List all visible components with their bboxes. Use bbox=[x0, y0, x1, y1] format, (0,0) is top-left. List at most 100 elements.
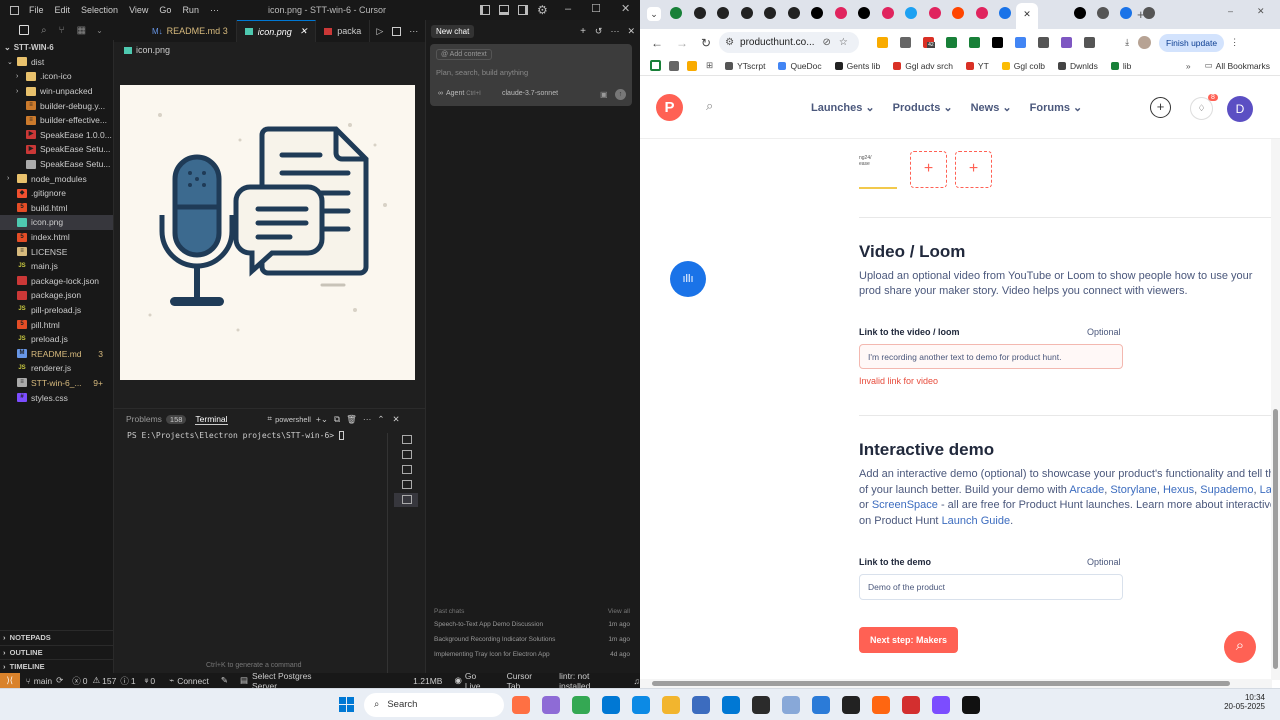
pencil-icon[interactable]: ✎ bbox=[221, 675, 228, 686]
scrollbar-thumb[interactable] bbox=[1273, 409, 1278, 669]
link-launch-guide[interactable]: Launch Guide bbox=[942, 515, 1011, 527]
forward-icon[interactable]: → bbox=[676, 36, 688, 50]
source-control-icon[interactable]: ⑂ bbox=[59, 25, 65, 36]
tree-item[interactable]: ≡ LICENSE bbox=[0, 244, 113, 259]
more-icon[interactable]: ··· bbox=[610, 26, 619, 36]
nav-news[interactable]: News ⌄ bbox=[971, 101, 1012, 114]
terminal-instance-icon[interactable] bbox=[394, 493, 418, 507]
menu-selection[interactable]: Selection bbox=[81, 5, 118, 15]
site-info-icon[interactable]: ⚙ bbox=[725, 37, 734, 48]
tab-icon[interactable] bbox=[787, 7, 800, 19]
explorer-root[interactable]: ⌄ STT-WIN-6 bbox=[0, 40, 113, 55]
tree-item[interactable]: ▶ SpeakEase Setu... bbox=[0, 142, 113, 157]
sync-icon[interactable]: ⟳ bbox=[56, 675, 63, 686]
extension-icon[interactable] bbox=[1015, 37, 1027, 48]
add-media-button[interactable]: + bbox=[955, 151, 992, 188]
demo-link-input[interactable]: Demo of the product bbox=[859, 574, 1123, 600]
close-chat-icon[interactable]: ✕ bbox=[627, 26, 635, 37]
section-outline[interactable]: › OUTLINE bbox=[0, 644, 114, 660]
edge-icon[interactable] bbox=[632, 695, 650, 714]
tab-icon-png[interactable]: icon.png ✕ bbox=[236, 20, 317, 42]
gallery-thumbnail[interactable]: ng24/ ease bbox=[859, 155, 899, 189]
bt-icon[interactable] bbox=[902, 695, 920, 714]
tree-item[interactable]: › node_modules bbox=[0, 171, 113, 186]
send-icon[interactable]: ↑ bbox=[615, 89, 626, 100]
chatgpt-icon[interactable] bbox=[740, 7, 753, 19]
extension-icon[interactable] bbox=[877, 37, 889, 48]
files-icon[interactable] bbox=[19, 25, 29, 35]
tree-item[interactable]: › win-unpacked bbox=[0, 84, 113, 99]
chevron-icon[interactable]: › bbox=[16, 88, 26, 95]
bookmark-item[interactable]: lib bbox=[1110, 61, 1131, 71]
copilot-icon[interactable] bbox=[542, 695, 560, 714]
youtube-icon[interactable] bbox=[834, 7, 847, 19]
tree-item[interactable]: 5 index.html bbox=[0, 230, 113, 245]
profile-avatar[interactable] bbox=[1138, 36, 1152, 49]
link-supademo[interactable]: Supademo bbox=[1200, 484, 1253, 496]
youtube-icon[interactable] bbox=[928, 7, 941, 19]
reddit-icon[interactable] bbox=[952, 7, 964, 19]
clock[interactable]: 10:34 20-05-2025 bbox=[1220, 693, 1265, 711]
tab-package[interactable]: packa bbox=[316, 20, 371, 42]
start-icon[interactable] bbox=[339, 697, 354, 712]
link-arcade[interactable]: Arcade bbox=[1069, 484, 1104, 496]
tab-search-icon[interactable]: ⌄ bbox=[647, 7, 661, 21]
past-chat-item[interactable]: Implementing Tray Icon for Electron App 4… bbox=[434, 647, 630, 662]
file-explorer-icon[interactable] bbox=[662, 695, 680, 714]
agent-selector[interactable]: ∞ Agent Ctrl+I bbox=[438, 90, 481, 97]
close-icon[interactable]: ✕ bbox=[1257, 6, 1265, 17]
extension-icon[interactable] bbox=[1038, 37, 1050, 48]
submit-icon[interactable]: + bbox=[1150, 97, 1171, 118]
model-selector[interactable]: claude-3.7-sonnet bbox=[502, 90, 558, 97]
remote-icon[interactable]: ⟩⟨ bbox=[0, 673, 20, 688]
settings-gear-icon[interactable]: ⚙ bbox=[537, 3, 548, 17]
image-attach-icon[interactable]: ▣ bbox=[600, 90, 608, 99]
tree-item[interactable]: JS renderer.js bbox=[0, 361, 113, 376]
menu-run[interactable]: Run bbox=[182, 5, 199, 15]
horizontal-scrollbar[interactable] bbox=[640, 679, 1272, 688]
keep-icon[interactable] bbox=[687, 60, 697, 71]
outlook-icon[interactable] bbox=[602, 695, 620, 714]
eye-off-icon[interactable]: ⊘ bbox=[823, 37, 831, 48]
ports-count[interactable]: 0 bbox=[150, 676, 155, 686]
past-chat-item[interactable]: Speech-to-Text App Demo Discussion 1m ago bbox=[434, 617, 630, 632]
tree-item[interactable]: JS preload.js bbox=[0, 332, 113, 347]
extension-icon[interactable] bbox=[1084, 37, 1096, 48]
github-icon[interactable] bbox=[1074, 7, 1086, 19]
web-icon[interactable] bbox=[1120, 7, 1132, 19]
chevron-up-icon[interactable]: ⌃ bbox=[377, 414, 384, 425]
menu-go[interactable]: Go bbox=[159, 5, 171, 15]
chevron-icon[interactable]: › bbox=[16, 73, 26, 80]
extension-icon[interactable]: 42 bbox=[923, 37, 935, 48]
tree-item[interactable]: M README.md 3 bbox=[0, 346, 113, 361]
link-storylane[interactable]: Storylane bbox=[1110, 484, 1156, 496]
new-terminal-icon[interactable]: +⌄ bbox=[316, 414, 328, 425]
star-icon[interactable]: ☆ bbox=[839, 37, 848, 48]
extension-icon[interactable] bbox=[969, 37, 981, 48]
bookmark-item[interactable]: YT bbox=[965, 61, 989, 71]
view-all-link[interactable]: View all bbox=[608, 608, 630, 615]
app-icon[interactable] bbox=[962, 695, 980, 714]
back-icon[interactable]: ← bbox=[651, 36, 663, 50]
producthunt-logo[interactable]: P bbox=[656, 94, 683, 121]
terminal-icon[interactable] bbox=[752, 695, 770, 714]
omnibox[interactable]: ⚙ producthunt.co... ⊘ ☆ bbox=[719, 32, 860, 53]
link-screenspace[interactable]: ScreenSpace bbox=[872, 499, 938, 511]
maximize-icon[interactable]: ☐ bbox=[591, 2, 601, 15]
breadcrumb-file[interactable]: icon.png bbox=[136, 45, 170, 55]
finish-update-button[interactable]: Finish update bbox=[1159, 33, 1225, 52]
video-link-input[interactable]: I'm recording another text to demo for p… bbox=[859, 344, 1123, 369]
active-tab-close[interactable]: ✕ bbox=[1016, 3, 1038, 29]
menu-file[interactable]: File bbox=[29, 5, 44, 15]
search-icon[interactable]: ⌕ bbox=[41, 25, 47, 36]
tree-item[interactable]: 5 build.html bbox=[0, 201, 113, 216]
history-icon[interactable]: ↺ bbox=[595, 26, 603, 37]
reload-icon[interactable]: ↻ bbox=[701, 36, 711, 50]
nav-launches[interactable]: Launches ⌄ bbox=[811, 101, 875, 114]
extension-icon[interactable] bbox=[1061, 37, 1073, 48]
youtube-icon[interactable] bbox=[975, 7, 988, 19]
app-icon[interactable] bbox=[812, 695, 830, 714]
bookmark-item[interactable]: QueDoc bbox=[778, 61, 822, 71]
hscroll-thumb[interactable] bbox=[652, 681, 1230, 686]
web-icon[interactable] bbox=[999, 7, 1011, 19]
